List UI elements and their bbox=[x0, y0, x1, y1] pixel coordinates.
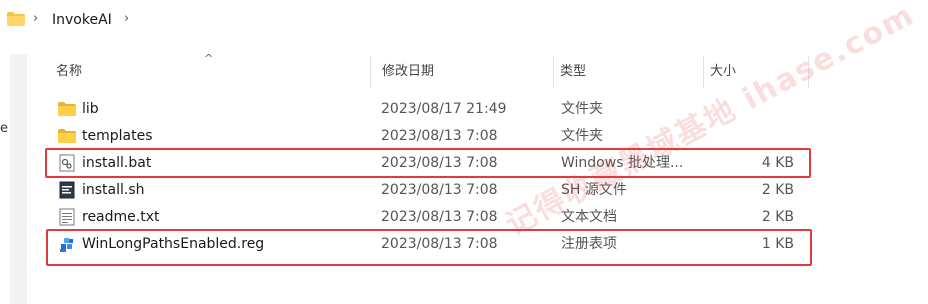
sh-file-icon bbox=[59, 181, 75, 199]
bat-file-icon bbox=[59, 154, 75, 172]
file-row-install-sh[interactable]: install.sh 2023/08/13 7:08 SH 源文件 2 KB bbox=[44, 177, 824, 203]
column-divider[interactable] bbox=[370, 56, 371, 88]
breadcrumb-item[interactable]: InvokeAI bbox=[52, 11, 112, 29]
file-modified: 2023/08/13 7:08 bbox=[381, 155, 498, 171]
navigation-pane-scrollbar[interactable] bbox=[10, 54, 27, 304]
nav-pane-text-fragment: e bbox=[0, 121, 8, 136]
vertical-scrollbar[interactable] bbox=[922, 54, 928, 304]
file-row-install-bat[interactable]: install.bat 2023/08/13 7:08 Windows 批处理.… bbox=[44, 150, 824, 176]
file-size: 4 KB bbox=[761, 155, 794, 171]
file-type: 文件夹 bbox=[561, 101, 603, 117]
sort-ascending-icon: ^ bbox=[204, 52, 214, 65]
file-row-winlongpathsenabled-reg[interactable]: WinLongPathsEnabled.reg 2023/08/13 7:08 … bbox=[44, 231, 824, 257]
file-size: 1 KB bbox=[761, 236, 794, 252]
file-name: templates bbox=[82, 128, 153, 144]
folder-icon bbox=[7, 12, 25, 26]
txt-file-icon bbox=[59, 208, 75, 226]
file-row-readme-txt[interactable]: readme.txt 2023/08/13 7:08 文本文档 2 KB bbox=[44, 204, 824, 230]
column-header-modified[interactable]: 修改日期 bbox=[382, 64, 434, 80]
file-modified: 2023/08/13 7:08 bbox=[381, 182, 498, 198]
file-modified: 2023/08/13 7:08 bbox=[381, 236, 498, 252]
file-modified: 2023/08/17 21:49 bbox=[381, 101, 507, 117]
address-bar[interactable]: › InvokeAI › bbox=[0, 0, 928, 42]
column-header-type[interactable]: 类型 bbox=[560, 64, 586, 80]
file-name: install.sh bbox=[82, 182, 145, 198]
file-name: WinLongPathsEnabled.reg bbox=[82, 236, 265, 252]
chevron-right-icon[interactable]: › bbox=[33, 10, 43, 28]
column-divider[interactable] bbox=[553, 56, 554, 88]
reg-file-icon bbox=[60, 238, 73, 252]
folder-icon bbox=[58, 129, 76, 143]
file-type: 文件夹 bbox=[561, 128, 603, 144]
file-size: 2 KB bbox=[761, 182, 794, 198]
file-size: 2 KB bbox=[761, 209, 794, 225]
column-divider[interactable] bbox=[703, 56, 704, 88]
folder-icon bbox=[58, 102, 76, 116]
column-header-name[interactable]: 名称 bbox=[56, 64, 82, 80]
file-modified: 2023/08/13 7:08 bbox=[381, 209, 498, 225]
file-name: install.bat bbox=[82, 155, 152, 171]
file-modified: 2023/08/13 7:08 bbox=[381, 128, 498, 144]
chevron-right-icon[interactable]: › bbox=[124, 10, 134, 28]
file-name: lib bbox=[82, 101, 99, 117]
file-name: readme.txt bbox=[82, 209, 160, 225]
file-type: 注册表项 bbox=[561, 236, 617, 252]
column-header-size[interactable]: 大小 bbox=[710, 64, 736, 80]
